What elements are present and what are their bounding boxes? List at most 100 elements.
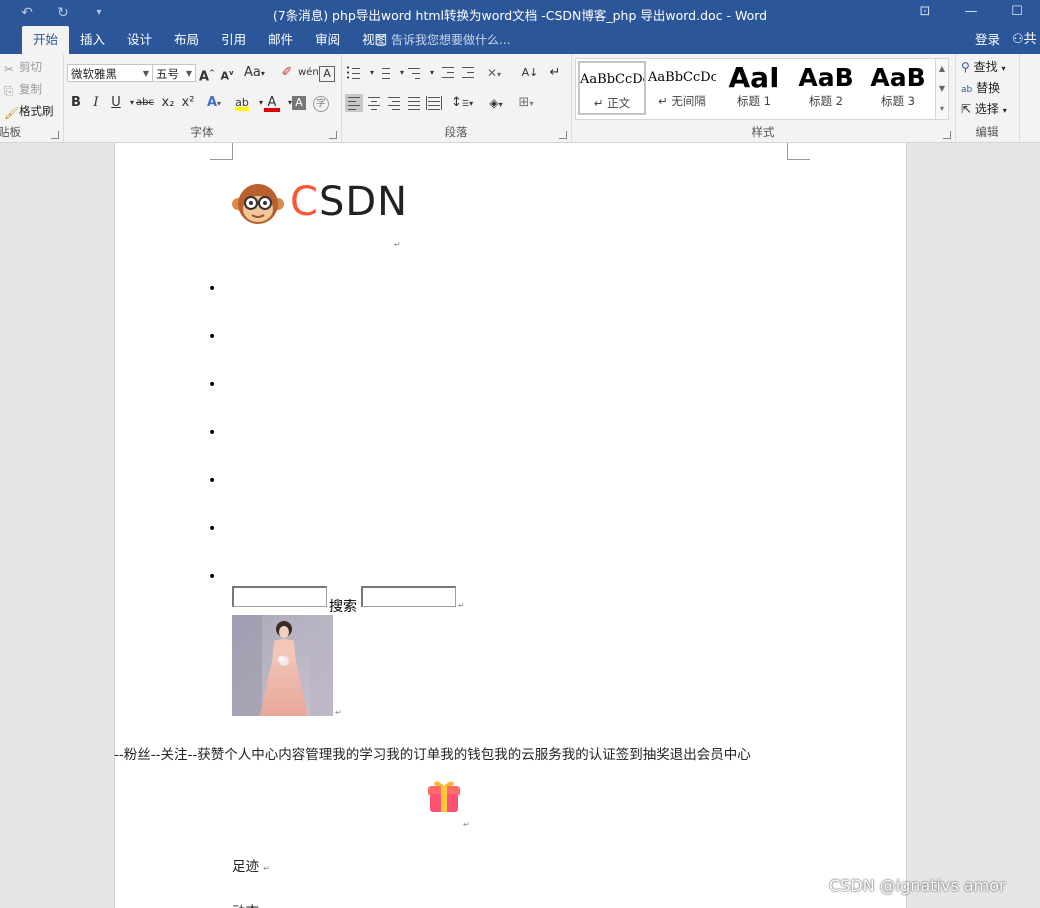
- format-painter-button[interactable]: 🖌格式刷: [4, 103, 54, 120]
- paragraph-launcher-icon[interactable]: [559, 131, 567, 139]
- paragraph-mark: ↵: [458, 601, 465, 610]
- numbering-icon[interactable]: [375, 64, 393, 82]
- ribbon-tabs-bar: 开始 插入 设计 布局 引用 邮件 审阅 视图 告诉我您想要做什么... 登录 …: [0, 26, 1040, 54]
- list-item-bullet: •: [208, 473, 217, 489]
- tab-home[interactable]: 开始: [22, 26, 70, 54]
- font-launcher-icon[interactable]: [329, 131, 337, 139]
- crop-mark-left: [210, 143, 233, 160]
- style-normal[interactable]: AaBbCcDc ↵ 正文: [578, 61, 646, 115]
- footprint-link[interactable]: 足迹 ↵: [232, 855, 270, 875]
- redo-icon[interactable]: ↻: [50, 3, 76, 23]
- subscript-button[interactable]: x₂: [159, 93, 177, 113]
- style-heading-2[interactable]: AaB 标题 2: [792, 61, 860, 115]
- distributed-icon[interactable]: [425, 94, 443, 112]
- shading-icon[interactable]: ◈▾: [487, 93, 505, 113]
- copy-icon: ⎘: [4, 84, 14, 98]
- search-submit-button[interactable]: [361, 586, 456, 607]
- italic-button[interactable]: I: [87, 93, 105, 113]
- person-icon: ⚇: [1012, 32, 1024, 47]
- find-button[interactable]: ⚲ 查找 ▾: [961, 58, 1005, 75]
- replace-label: 替换: [976, 81, 1001, 95]
- asian-layout-icon[interactable]: ✕▾: [485, 63, 503, 83]
- tell-me-box[interactable]: 告诉我您想要做什么...: [376, 26, 510, 54]
- customize-icon[interactable]: ▾: [86, 3, 112, 23]
- clear-formatting-icon[interactable]: ✐: [278, 63, 296, 83]
- strikethrough-button[interactable]: abc: [136, 93, 154, 113]
- highlight-color-swatch: [235, 107, 249, 111]
- font-family-value: 微软雅黑: [71, 67, 117, 81]
- sort-icon[interactable]: A↓: [521, 63, 539, 83]
- char-shading-button[interactable]: A: [292, 96, 306, 110]
- cursor-icon: ⇱: [961, 102, 972, 116]
- font-size-select[interactable]: 五号 ▼: [152, 64, 196, 82]
- scissors-icon: ✂: [4, 62, 14, 76]
- document-page[interactable]: [114, 143, 907, 908]
- increase-indent-icon[interactable]: [459, 64, 477, 82]
- style-name: 标题 2: [809, 94, 843, 108]
- tab-design[interactable]: 设计: [116, 26, 163, 54]
- tab-references[interactable]: 引用: [210, 26, 257, 54]
- clipboard-launcher-icon[interactable]: [51, 131, 59, 139]
- search-input[interactable]: [232, 586, 327, 607]
- style-sample: AaBbCcDc: [648, 70, 716, 85]
- bold-button[interactable]: B: [67, 93, 85, 113]
- user-menu-links: --粉丝--关注--获赞个人中心内容管理我的学习我的订单我的钱包我的云服务我的认…: [114, 747, 751, 763]
- ribbon-display-icon[interactable]: ⊡: [902, 0, 948, 26]
- tab-review[interactable]: 审阅: [304, 26, 351, 54]
- styles-scroll: ▲ ▼ ▾: [935, 59, 948, 119]
- quick-access-toolbar: ↶ ↻ ▾: [14, 3, 112, 23]
- tab-layout[interactable]: 布局: [163, 26, 210, 54]
- style-heading-1[interactable]: AaI 标题 1: [720, 61, 788, 115]
- maximize-icon[interactable]: ☐: [994, 0, 1040, 26]
- lightbulb-icon: [376, 34, 386, 46]
- clipboard-group: ✂ 剪切 ⎘ 复制 🖌格式刷 贴板: [0, 54, 64, 142]
- scroll-down-icon[interactable]: ▼: [936, 79, 948, 99]
- tab-mailings[interactable]: 邮件: [257, 26, 304, 54]
- csdn-wordmark: CSDN: [290, 178, 408, 226]
- styles-group-label: 样式: [751, 125, 775, 139]
- scroll-up-icon[interactable]: ▲: [936, 59, 948, 79]
- bullets-icon[interactable]: • • •: [345, 64, 363, 82]
- search-label: 搜索: [329, 599, 357, 615]
- login-link[interactable]: 登录: [975, 26, 1000, 54]
- grow-font-button[interactable]: A^: [198, 63, 216, 84]
- align-right-icon[interactable]: [385, 94, 403, 112]
- change-case-button[interactable]: Aa▾: [244, 63, 265, 83]
- font-group-label: 字体: [190, 125, 214, 139]
- text-effects-button[interactable]: A▾: [205, 93, 223, 113]
- find-label: 查找: [973, 60, 998, 74]
- justify-icon[interactable]: [405, 94, 423, 112]
- undo-icon[interactable]: ↶: [14, 3, 40, 23]
- font-color-button[interactable]: A: [263, 93, 281, 113]
- paragraph-group: • • • ▾ ▾ ▾ ✕▾ A↓ ↵ ↕☰▾ ◈▾ ⊞▾ 段落: [341, 54, 572, 142]
- font-family-select[interactable]: 微软雅黑 ▼: [67, 64, 153, 82]
- paragraph-mark: ↵: [335, 708, 342, 717]
- copy-button[interactable]: ⎘ 复制: [4, 81, 42, 98]
- cut-button[interactable]: ✂ 剪切: [4, 59, 42, 76]
- highlight-button[interactable]: ab: [233, 93, 251, 113]
- borders-icon[interactable]: ⊞▾: [517, 93, 535, 113]
- multilevel-list-icon[interactable]: [405, 64, 423, 82]
- line-spacing-icon[interactable]: ↕☰▾: [451, 93, 473, 113]
- styles-launcher-icon[interactable]: [943, 131, 951, 139]
- list-item-bullet: •: [208, 377, 217, 393]
- share-button[interactable]: ⚇共: [1012, 26, 1040, 54]
- chevron-down-icon: ▼: [185, 69, 192, 78]
- enclose-characters-button[interactable]: 字: [313, 96, 329, 112]
- replace-button[interactable]: ab 替换: [961, 79, 1000, 96]
- select-button[interactable]: ⇱ 选择 ▾: [961, 100, 1007, 117]
- show-marks-icon[interactable]: ↵: [546, 63, 564, 83]
- enclose-char-icon[interactable]: A: [319, 66, 335, 82]
- align-center-icon[interactable]: [365, 94, 383, 112]
- more-styles-icon[interactable]: ▾: [936, 99, 948, 119]
- tab-insert[interactable]: 插入: [69, 26, 116, 54]
- style-no-spacing[interactable]: AaBbCcDc ↵ 无间隔: [648, 61, 716, 115]
- decrease-indent-icon[interactable]: [439, 64, 457, 82]
- shrink-font-button[interactable]: Av: [218, 63, 236, 83]
- format-painter-label: 格式刷: [19, 104, 54, 118]
- phonetic-guide-icon[interactable]: wén: [298, 63, 319, 83]
- style-heading-3[interactable]: AaB 标题 3: [864, 61, 932, 115]
- align-left-icon[interactable]: [345, 94, 363, 112]
- superscript-button[interactable]: x²: [179, 93, 197, 113]
- minimize-icon[interactable]: —: [948, 0, 994, 26]
